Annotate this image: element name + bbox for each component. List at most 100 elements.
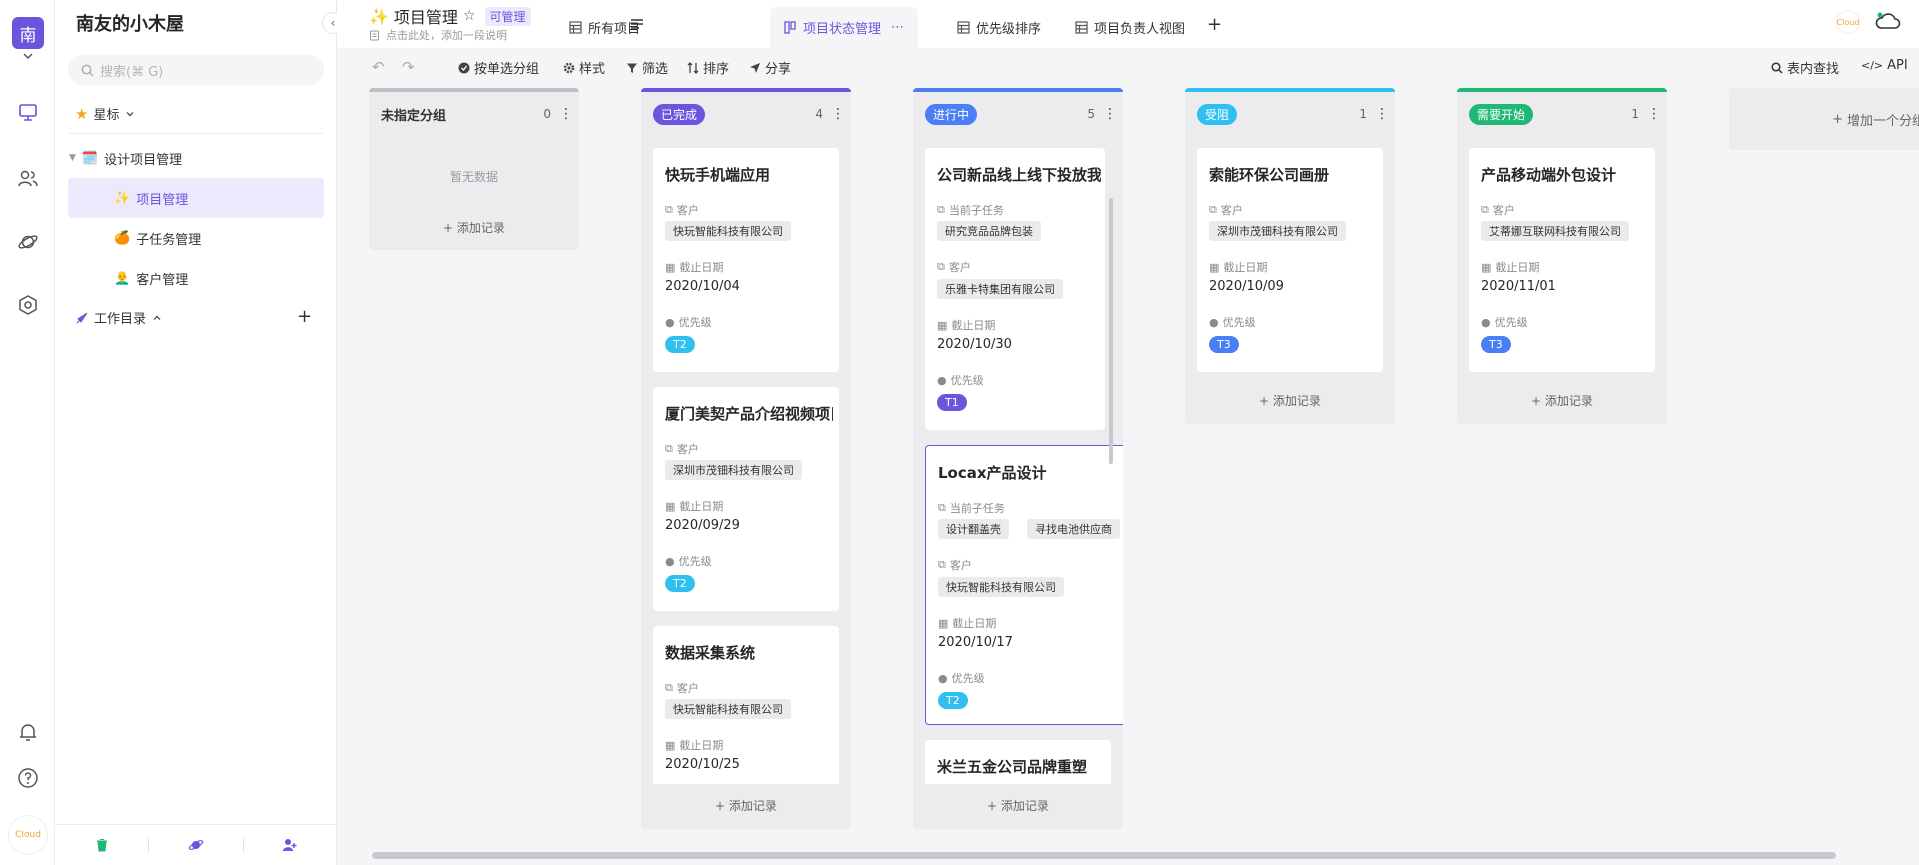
datasheet-header: ✨ 项目管理 ☆ 可管理 点击此处，添加一段说明 所有项目 项目状态管理 ⋯ 优… (337, 0, 1919, 48)
column-scrollbar[interactable] (1109, 198, 1113, 464)
priority-tag: T3 (1209, 336, 1239, 353)
redo-icon[interactable]: ↷ (402, 58, 415, 76)
add-record-button[interactable]: + 添加记录 (1185, 392, 1395, 409)
cloud-sync-icon[interactable] (1874, 9, 1902, 35)
column-title[interactable]: 需要开始 (1469, 103, 1534, 125)
record-card[interactable]: 数据采集系统 ⧉ 客户 快玩智能科技有限公司 ▦ 截止日期 2020/10/25 (653, 626, 839, 784)
priority-icon: ● (937, 373, 947, 387)
column-title[interactable]: 未指定分组 (381, 105, 446, 124)
calendar-icon: ▦ (938, 616, 949, 630)
record-card[interactable]: 快玩手机端应用 ⧉ 客户 快玩智能科技有限公司 ▦ 截止日期 2020/10/04 … (653, 148, 839, 372)
undo-icon[interactable]: ↶ (372, 58, 385, 76)
horizontal-scrollbar[interactable] (372, 852, 1836, 859)
card-title: 快玩手机端应用 (665, 166, 771, 184)
tree-item-label: 客户管理 (136, 272, 189, 288)
style-button[interactable]: 样式 (563, 58, 605, 77)
space-avatar[interactable]: 南 (12, 17, 44, 49)
field-label-customer: ⧉ 客户 (665, 203, 699, 217)
priority-tag: T2 (665, 336, 695, 353)
find-label: 表内查找 (1787, 62, 1840, 77)
filter-label: 筛选 (642, 62, 669, 77)
record-card[interactable]: 厦门美契产品介绍视频项目 ⧉ 客户 深圳市茂钿科技有限公司 ▦ 截止日期 2020/… (653, 387, 839, 611)
favorites-toggle[interactable]: ★ 星标 (75, 104, 136, 123)
star-icon: ★ (75, 104, 89, 123)
add-record-button[interactable]: + 添加记录 (913, 797, 1123, 814)
sort-icon (687, 61, 699, 74)
star-outline-icon[interactable]: ☆ (463, 8, 476, 24)
orange-emoji-icon: 🍊 (114, 230, 131, 246)
deadline-value: 2020/11/01 (1481, 279, 1556, 294)
subtask-tag: 设计翻盖壳 (938, 519, 1009, 539)
brand-avatar[interactable]: CIoud (1836, 10, 1860, 34)
sort-button[interactable]: 排序 (687, 58, 729, 77)
column-color-bar (1185, 88, 1395, 92)
column-header: 需要开始 1 ⋮ (1469, 102, 1661, 126)
tree-item-subtask-management[interactable]: 🍊 子任务管理 (68, 218, 324, 258)
record-card[interactable]: 产品移动端外包设计 ⧉ 客户 艾蒂娜互联网科技有限公司 ▦ 截止日期 2020/11… (1469, 148, 1655, 372)
api-button[interactable]: </> API (1861, 58, 1908, 73)
datasheet-title[interactable]: ✨ 项目管理 ☆ 可管理 (369, 4, 531, 28)
tab-owner-view[interactable]: 项目负责人视图 (1061, 7, 1199, 48)
card-list: 快玩手机端应用 ⧉ 客户 快玩智能科技有限公司 ▦ 截止日期 2020/10/04 … (641, 88, 851, 784)
column-header: 未指定分组 0 ⋮ (381, 102, 573, 126)
link-icon: ⧉ (665, 203, 673, 216)
add-group-button[interactable]: + 增加一个分组 (1729, 88, 1919, 150)
field-label-deadline: ▦ 截止日期 (665, 499, 724, 514)
tree-folder-label: 设计项目管理 (104, 152, 183, 168)
chevron-down-icon[interactable] (20, 50, 36, 62)
add-record-button[interactable]: + 添加记录 (641, 797, 851, 814)
tab-all-projects[interactable]: 所有项目 (555, 7, 654, 48)
add-view-button[interactable]: + (1207, 14, 1222, 35)
tab-project-status[interactable]: 项目状态管理 ⋯ (770, 7, 919, 48)
workbench-icon[interactable] (15, 99, 41, 125)
group-by-button[interactable]: 按单选分组 (458, 58, 539, 77)
bell-icon[interactable] (15, 719, 41, 745)
more-vertical-icon[interactable]: ⋮ (559, 107, 573, 121)
more-vertical-icon[interactable]: ⋮ (1375, 107, 1389, 121)
column-title[interactable]: 受阻 (1197, 103, 1238, 125)
template-button[interactable] (149, 837, 242, 853)
field-label-customer: ⧉ 客户 (1481, 203, 1515, 217)
brand-logo[interactable]: CIoud (8, 815, 48, 855)
find-in-table-button[interactable]: 表内查找 (1771, 58, 1839, 77)
contacts-icon[interactable] (15, 165, 41, 191)
more-vertical-icon[interactable]: ⋮ (1647, 107, 1661, 121)
left-rail: 南 CIoud (0, 0, 55, 865)
record-card[interactable]: 索能环保公司画册 ⧉ 客户 深圳市茂钿科技有限公司 ▦ 截止日期 2020/10/0… (1197, 148, 1383, 372)
priority-tag: T3 (1481, 336, 1511, 353)
record-card-selected[interactable]: Locax产品设计 ⧉ 当前子任务 设计翻盖壳 寻找电池供应商 ⧉ 客户 快玩智能科… (925, 445, 1123, 725)
workdir-toggle[interactable]: 工作目录 (75, 308, 163, 327)
tab-priority-sort[interactable]: 优先级排序 (943, 7, 1055, 48)
record-card[interactable]: 米兰五金公司品牌重塑 (925, 740, 1111, 784)
kanban-column-done: 已完成 4 ⋮ 快玩手机端应用 ⧉ 客户 快玩智能科技有限公司 ▦ 截止日期 202… (641, 88, 851, 829)
group-by-label: 按单选分组 (474, 62, 540, 77)
invite-member-button[interactable] (244, 837, 337, 853)
add-record-button[interactable]: + 添加记录 (369, 219, 579, 236)
sidebar-footer (55, 824, 337, 865)
field-label-customer: ⧉ 客户 (665, 681, 699, 695)
tree-item-customer-management[interactable]: 👨‍🦲 客户管理 (68, 258, 324, 298)
settings-hexagon-icon[interactable] (15, 292, 41, 318)
help-icon[interactable] (15, 765, 41, 791)
priority-tag: T2 (938, 692, 968, 709)
tree-folder-design[interactable]: ▼ 🗓️ 设计项目管理 (69, 138, 323, 178)
search-input[interactable]: 搜索(⌘ G) (68, 55, 324, 85)
trash-icon (96, 839, 107, 852)
empty-state: 暂无数据 (449, 170, 498, 184)
add-record-label: 添加记录 (1000, 799, 1049, 813)
add-record-label: 添加记录 (728, 799, 777, 813)
space-title[interactable]: 南友的小木屋 (76, 10, 184, 36)
main-area: ↶ ↷ 按单选分组 样式 筛选 排序 分享 表内查找 </> API 未指定分组… (337, 48, 1919, 865)
add-node-button[interactable]: + (297, 306, 312, 327)
tree-item-project-management[interactable]: ✨ 项目管理 (68, 178, 324, 218)
add-record-button[interactable]: + 添加记录 (1457, 392, 1667, 409)
link-icon: ⧉ (937, 203, 945, 216)
record-card[interactable]: 公司新品线上线下投放我依 ⧉ 当前子任务 研究竞品品牌包装 ⧉ 客户 乐雅卡特集团有… (925, 148, 1105, 430)
template-planet-icon[interactable] (15, 229, 41, 255)
share-button[interactable]: 分享 (749, 58, 791, 77)
column-color-bar (369, 88, 579, 92)
trash-button[interactable] (55, 838, 148, 852)
more-icon[interactable]: ⋯ (891, 20, 904, 35)
description-field[interactable]: 点击此处，添加一段说明 (369, 27, 507, 43)
filter-button[interactable]: 筛选 (626, 58, 668, 77)
